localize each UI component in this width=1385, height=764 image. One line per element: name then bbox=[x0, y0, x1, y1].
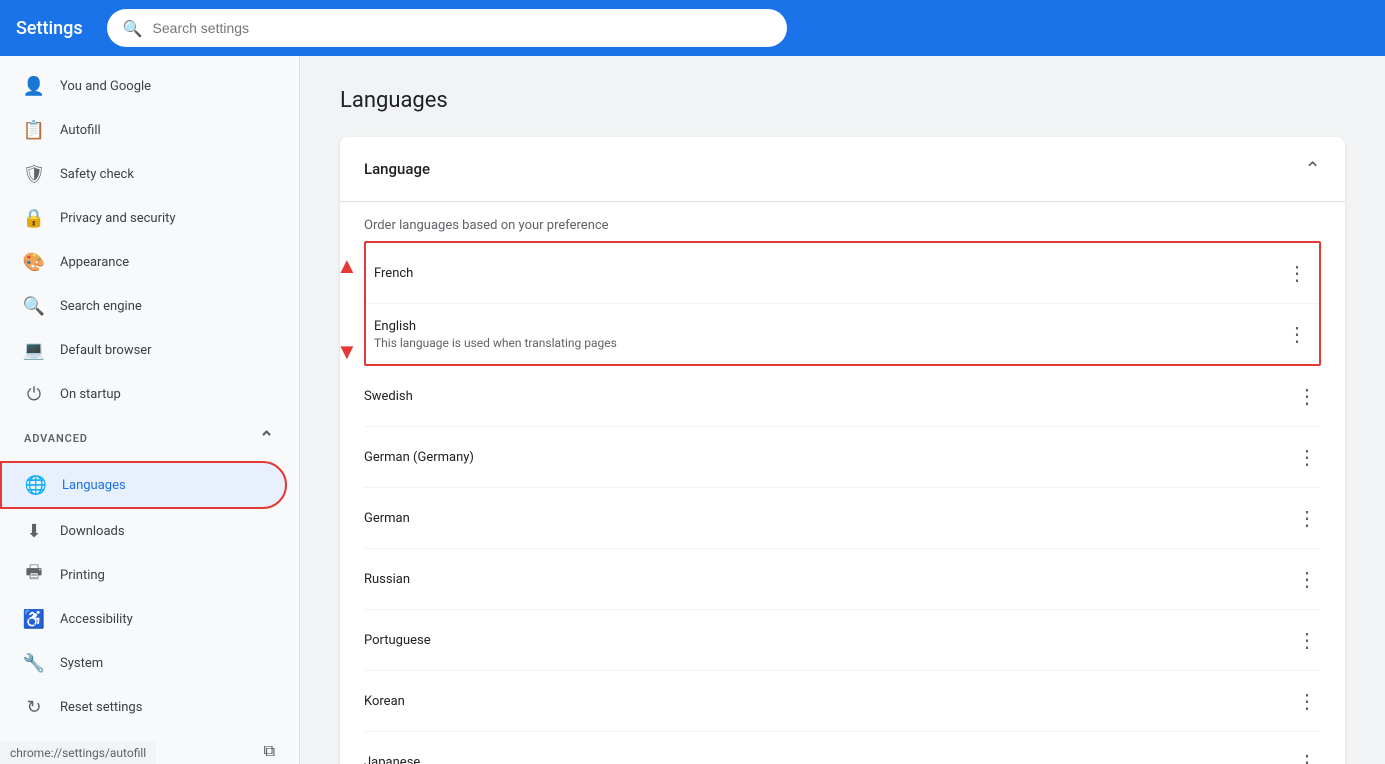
arrow-indicators: ▲ ▼ bbox=[340, 241, 358, 365]
topbar: Settings 🔍 bbox=[0, 0, 1385, 56]
power-icon: ⏻ bbox=[24, 384, 44, 404]
card-header-title: Language bbox=[364, 160, 430, 178]
sidebar-item-default-browser[interactable]: 💻 Default browser bbox=[0, 328, 287, 372]
sidebar-item-label: Downloads bbox=[60, 524, 125, 539]
reset-icon: ↻ bbox=[24, 697, 44, 717]
language-item-portuguese[interactable]: Portuguese ⋮ bbox=[364, 610, 1321, 671]
language-item-korean[interactable]: Korean ⋮ bbox=[364, 671, 1321, 732]
language-item-russian[interactable]: Russian ⋮ bbox=[364, 549, 1321, 610]
language-list: ▲ ▼ French ⋮ English bbox=[340, 241, 1345, 764]
language-item-german[interactable]: German ⋮ bbox=[364, 488, 1321, 549]
sidebar-item-label: Default browser bbox=[60, 343, 152, 358]
search-engine-icon: 🔍 bbox=[24, 296, 44, 316]
sidebar-item-accessibility[interactable]: ♿ Accessibility bbox=[0, 597, 287, 641]
language-item-swedish[interactable]: Swedish ⋮ bbox=[364, 366, 1321, 427]
accessibility-icon: ♿ bbox=[24, 609, 44, 629]
sidebar-item-label: You and Google bbox=[60, 79, 151, 94]
search-icon: 🔍 bbox=[123, 19, 143, 38]
sidebar-item-printing[interactable]: 🖶 Printing bbox=[0, 553, 287, 597]
globe-icon: 🌐 bbox=[26, 475, 46, 495]
english-more-menu[interactable]: ⋮ bbox=[1283, 318, 1311, 350]
page-title: Languages bbox=[340, 88, 1345, 113]
print-icon: 🖶 bbox=[24, 565, 44, 585]
sidebar-item-on-startup[interactable]: ⏻ On startup bbox=[0, 372, 287, 416]
sidebar-item-label: Reset settings bbox=[60, 700, 142, 715]
language-card: Language ⌃ Order languages based on your… bbox=[340, 137, 1345, 764]
sidebar-item-label: Search engine bbox=[60, 299, 142, 314]
russian-more-menu[interactable]: ⋮ bbox=[1293, 563, 1321, 595]
arrow-down-icon: ▼ bbox=[340, 339, 358, 365]
portuguese-more-menu[interactable]: ⋮ bbox=[1293, 624, 1321, 656]
card-subheader: Order languages based on your preference bbox=[340, 202, 1345, 241]
language-item-german-germany[interactable]: German (Germany) ⋮ bbox=[364, 427, 1321, 488]
palette-icon: 🎨 bbox=[24, 252, 44, 272]
korean-more-menu[interactable]: ⋮ bbox=[1293, 685, 1321, 717]
chevron-up-icon: ⌃ bbox=[259, 428, 275, 449]
sidebar-item-autofill[interactable]: 📋 Autofill bbox=[0, 108, 287, 152]
search-input[interactable] bbox=[153, 20, 771, 36]
card-header: Language ⌃ bbox=[340, 137, 1345, 202]
sidebar-item-system[interactable]: 🔧 System bbox=[0, 641, 287, 685]
french-more-menu[interactable]: ⋮ bbox=[1283, 257, 1311, 289]
sidebar-item-privacy-security[interactable]: 🔒 Privacy and security bbox=[0, 196, 287, 240]
sidebar-item-label: Languages bbox=[62, 478, 126, 493]
german-germany-more-menu[interactable]: ⋮ bbox=[1293, 441, 1321, 473]
browser-icon: 💻 bbox=[24, 340, 44, 360]
shield-icon: 🛡 bbox=[24, 164, 44, 184]
status-bar: chrome://settings/autofill bbox=[0, 742, 156, 764]
sidebar-item-label: Privacy and security bbox=[60, 211, 176, 226]
sidebar-item-downloads[interactable]: ⬇ Downloads bbox=[0, 509, 287, 553]
german-more-menu[interactable]: ⋮ bbox=[1293, 502, 1321, 534]
language-item-english[interactable]: English This language is used when trans… bbox=[366, 304, 1319, 364]
sidebar-item-languages[interactable]: 🌐 Languages bbox=[0, 461, 287, 509]
lang-name-french: French bbox=[374, 266, 413, 281]
privacy-icon: 🔒 bbox=[24, 208, 44, 228]
main-content: Languages Language ⌃ Order languages bas… bbox=[300, 56, 1385, 764]
search-box[interactable]: 🔍 bbox=[107, 9, 787, 47]
lang-name-english: English This language is used when trans… bbox=[374, 319, 617, 350]
status-url: chrome://settings/autofill bbox=[10, 746, 146, 760]
system-icon: 🔧 bbox=[24, 653, 44, 673]
sidebar-item-search-engine[interactable]: 🔍 Search engine bbox=[0, 284, 287, 328]
language-item-french[interactable]: French ⋮ bbox=[366, 243, 1319, 304]
app-title: Settings bbox=[16, 18, 83, 39]
collapse-icon[interactable]: ⌃ bbox=[1304, 157, 1321, 181]
external-link-icon: ⧉ bbox=[264, 741, 275, 761]
sidebar-item-label: On startup bbox=[60, 387, 121, 402]
autofill-icon: 📋 bbox=[24, 120, 44, 140]
sidebar-item-label: Printing bbox=[60, 568, 105, 583]
sidebar-item-label: Accessibility bbox=[60, 612, 133, 627]
language-item-japanese[interactable]: Japanese ⋮ bbox=[364, 732, 1321, 764]
sidebar: 👤 You and Google 📋 Autofill 🛡 Safety che… bbox=[0, 56, 300, 764]
sidebar-item-appearance[interactable]: 🎨 Appearance bbox=[0, 240, 287, 284]
sidebar-item-you-and-google[interactable]: 👤 You and Google bbox=[0, 64, 287, 108]
sidebar-item-label: System bbox=[60, 656, 103, 671]
sidebar-item-label: Appearance bbox=[60, 255, 129, 270]
sidebar-item-label: Safety check bbox=[60, 167, 134, 182]
download-icon: ⬇ bbox=[24, 521, 44, 541]
japanese-more-menu[interactable]: ⋮ bbox=[1293, 746, 1321, 764]
sidebar-item-safety-check[interactable]: 🛡 Safety check bbox=[0, 152, 287, 196]
swedish-more-menu[interactable]: ⋮ bbox=[1293, 380, 1321, 412]
sidebar-item-reset-settings[interactable]: ↻ Reset settings bbox=[0, 685, 287, 729]
highlighted-languages-block: French ⋮ English This language is used w… bbox=[364, 241, 1321, 366]
arrow-up-icon: ▲ bbox=[340, 253, 358, 279]
advanced-section-header[interactable]: Advanced ⌃ bbox=[0, 416, 299, 461]
sidebar-item-label: Autofill bbox=[60, 123, 101, 138]
person-icon: 👤 bbox=[24, 76, 44, 96]
